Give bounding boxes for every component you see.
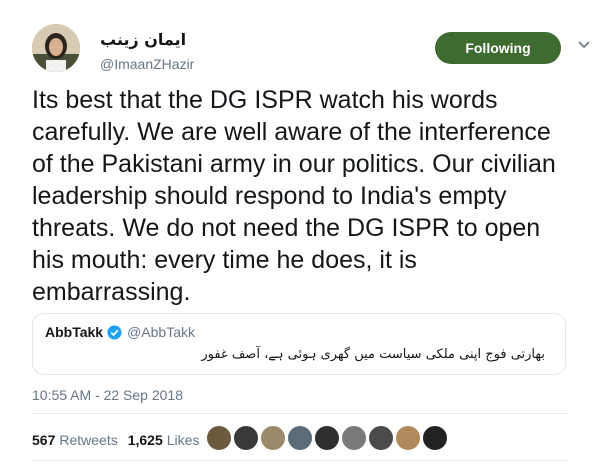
liker-avatar[interactable] (314, 425, 340, 451)
engagement-stats: 567 Retweets 1,625 Likes (32, 432, 209, 448)
likes-stat[interactable]: 1,625 Likes (128, 432, 200, 448)
liker-avatar[interactable] (395, 425, 421, 451)
tweet-text: Its best that the DG ISPR watch his word… (32, 86, 556, 306)
retweets-count: 567 (32, 432, 56, 448)
quoted-tweet-text: بھارتی فوج اپنی ملکی سیاست میں گھری ہوئی… (201, 347, 545, 362)
retweets-stat[interactable]: 567 Retweets (32, 432, 118, 448)
likes-label: Likes (166, 432, 200, 448)
following-button[interactable]: Following (435, 32, 561, 64)
author-avatar-image (32, 24, 80, 72)
divider (32, 413, 568, 414)
author-handle[interactable]: @ImaanZHazir (100, 56, 194, 72)
chevron-down-icon[interactable] (577, 38, 591, 52)
tweet-header: ايمان زينب @ImaanZHazir Following (32, 24, 590, 76)
divider (32, 460, 568, 461)
quoted-tweet-header: AbbTakk @AbbTakk (45, 324, 195, 340)
liker-avatar[interactable] (287, 425, 313, 451)
liker-avatar[interactable] (422, 425, 448, 451)
liker-avatar[interactable] (206, 425, 232, 451)
liker-avatar[interactable] (368, 425, 394, 451)
author-name[interactable]: ايمان زينب (100, 30, 186, 49)
quoted-tweet[interactable]: AbbTakk @AbbTakk بھارتی فوج اپنی ملکی سی… (32, 313, 566, 375)
tweet-timestamp[interactable]: 10:55 AM - 22 Sep 2018 (32, 387, 183, 403)
retweets-label: Retweets (59, 432, 118, 448)
liker-avatar[interactable] (233, 425, 259, 451)
verified-badge-icon (107, 324, 122, 340)
liker-avatars (206, 425, 449, 451)
author-avatar[interactable] (32, 24, 80, 72)
liker-avatar[interactable] (260, 425, 286, 451)
liker-avatar[interactable] (341, 425, 367, 451)
likes-count: 1,625 (127, 432, 163, 448)
quoted-author-handle: @AbbTakk (127, 324, 196, 340)
quoted-author-name: AbbTakk (45, 324, 104, 340)
